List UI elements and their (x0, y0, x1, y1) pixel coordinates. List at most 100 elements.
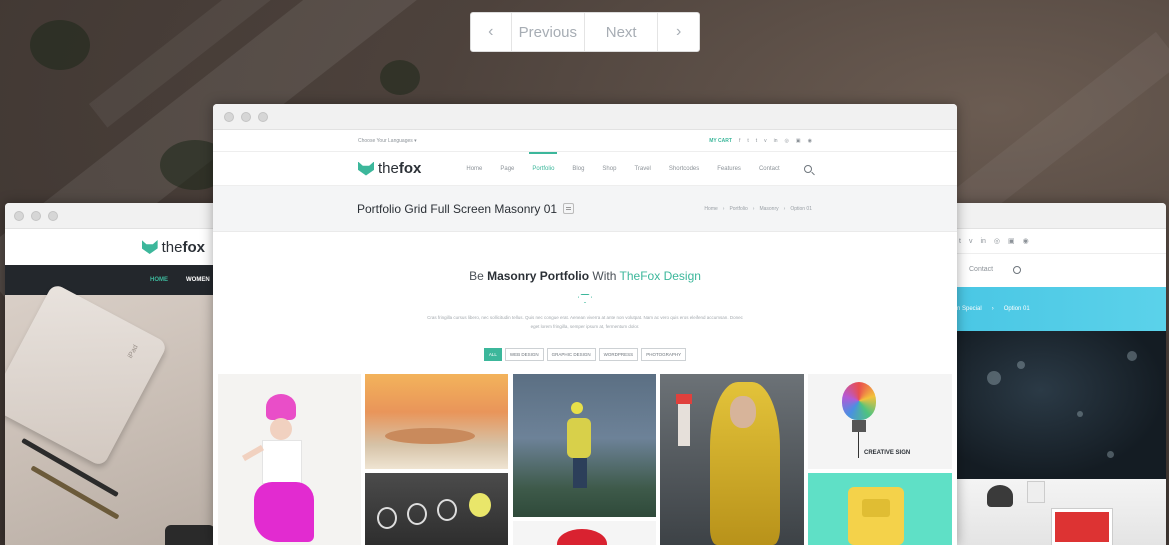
filter-web-design[interactable]: WEB DESIGN (504, 348, 544, 361)
heading-accent: TheFox Design (619, 269, 701, 283)
nav-item-home[interactable]: HOME (150, 277, 168, 283)
filter-graphic-design[interactable]: GRAPHIC DESIGN (546, 348, 596, 361)
rss-icon[interactable]: ◉ (808, 138, 812, 144)
page-title-bar: n Special › Option 01 (945, 287, 1166, 331)
social-links: t v in ◎ ▣ ◉ (945, 229, 1166, 253)
breadcrumb-separator: › (722, 205, 725, 212)
bulb-drawing (377, 507, 397, 529)
vimeo-icon[interactable]: v (969, 238, 973, 245)
ipad-image: iPad (5, 282, 169, 468)
portfolio-tile-storm[interactable] (513, 374, 656, 517)
menu-item-shop[interactable]: Shop (602, 152, 616, 186)
monitor-image (1052, 509, 1112, 545)
nav-item-women[interactable]: WOMEN (186, 277, 210, 283)
nav-item-contact[interactable]: Contact (969, 266, 993, 273)
logo-text-pre: the (161, 238, 183, 256)
menu-item-blog[interactable]: Blog (572, 152, 584, 186)
tree (30, 20, 90, 70)
phone-dial-image (862, 499, 890, 517)
cart-link[interactable]: MY CART (709, 138, 732, 144)
breadcrumb-separator: › (991, 306, 994, 312)
rss-icon[interactable]: ◉ (1023, 237, 1029, 245)
breadcrumb-option: Option 01 (790, 205, 812, 212)
lamp-image (987, 485, 1013, 507)
site-header: the fox Home Page Portfolio Blog Shop Tra… (213, 151, 957, 186)
instagram-icon[interactable]: ▣ (1008, 237, 1015, 245)
dribbble-icon[interactable]: ◎ (994, 237, 1000, 245)
tree (380, 60, 420, 95)
bulb-drawing (407, 503, 427, 525)
language-selector[interactable]: Choose Your Languages ▾ (358, 138, 417, 144)
linkedin-icon[interactable]: in (774, 138, 778, 144)
window-chrome (5, 203, 225, 229)
twitter-icon[interactable]: t (959, 238, 961, 245)
thefox-logo[interactable]: the fox (358, 160, 421, 177)
fox-logo-icon (142, 240, 158, 254)
linkedin-icon[interactable]: in (980, 238, 985, 245)
creative-sign-label: CREATIVE SIGN (864, 450, 911, 456)
face-image (730, 396, 756, 428)
portfolio-tile-fashion[interactable] (218, 374, 361, 545)
window-chrome (213, 104, 957, 130)
frame-image (1027, 481, 1045, 503)
menu-item-shortcodes[interactable]: Shortcodes (669, 152, 699, 186)
dribbble-icon[interactable]: ◎ (785, 138, 789, 144)
menu-item-travel[interactable]: Travel (634, 152, 650, 186)
facebook-icon[interactable]: f (739, 138, 740, 144)
menu-icon[interactable] (563, 203, 575, 214)
menu-item-contact[interactable]: Contact (759, 152, 780, 186)
portfolio-tile-phone[interactable] (808, 473, 952, 545)
portfolio-filters: ALL WEB DESIGN GRAPHIC DESIGN WORDPRESS … (213, 348, 957, 361)
heading-mid: With (589, 269, 620, 283)
browser-window-right: t v in ◎ ▣ ◉ Contact n Special › Option … (945, 203, 1166, 545)
fox-logo-icon (358, 162, 374, 176)
breadcrumb-separator: › (752, 205, 755, 212)
logo-text-pre: the (378, 160, 399, 177)
main-menu: Home Page Portfolio Blog Shop Travel Sho… (466, 151, 780, 186)
page-title-wrap: Portfolio Grid Full Screen Masonry 01 (357, 202, 575, 216)
bokeh-dot (1017, 361, 1025, 369)
window-dot (31, 211, 41, 221)
instagram-icon[interactable]: ▣ (796, 138, 801, 144)
next-arrow-button[interactable]: › (658, 13, 699, 51)
menu-item-page[interactable]: Page (500, 152, 514, 186)
main-nav: Contact (945, 253, 1166, 285)
breadcrumb: Home › Portfolio › Masonry › Option 01 (704, 206, 812, 212)
intro-text: Cras fringilla cursus libero, nec sollic… (427, 315, 743, 329)
office-photo-tile[interactable] (957, 479, 1166, 545)
diamond-icon (578, 294, 592, 303)
twitter-icon[interactable]: t (747, 138, 748, 144)
breadcrumb-masonry[interactable]: Masonry (759, 206, 778, 212)
thefox-logo[interactable]: the fox (142, 239, 205, 256)
logo-text-bold: fox (182, 238, 206, 256)
next-button[interactable]: Next (585, 13, 659, 51)
breadcrumb-home[interactable]: Home (704, 206, 717, 212)
search-icon[interactable] (1013, 265, 1022, 274)
tumblr-icon[interactable]: t (756, 138, 757, 144)
portfolio-tile-red[interactable] (513, 521, 656, 545)
window-dot (48, 211, 58, 221)
search-icon[interactable] (803, 164, 812, 173)
section-heading: Be Masonry Portfolio With TheFox Design (213, 269, 957, 283)
previous-button[interactable]: Previous (512, 13, 585, 51)
filter-all[interactable]: ALL (483, 348, 502, 361)
portfolio-tile-chalkboard[interactable] (365, 473, 508, 545)
filter-photography[interactable]: PHOTOGRAPHY (641, 348, 687, 361)
portfolio-tile-beach[interactable] (365, 374, 508, 469)
portfolio-tile-lighthouse[interactable] (660, 374, 804, 545)
bokeh-photo-tile[interactable] (957, 331, 1166, 479)
breadcrumb-portfolio[interactable]: Portfolio (729, 206, 747, 212)
vimeo-icon[interactable]: v (764, 138, 767, 144)
menu-item-portfolio[interactable]: Portfolio (529, 151, 558, 186)
menu-item-home[interactable]: Home (466, 152, 482, 186)
window-chrome (945, 203, 1166, 229)
filter-wordpress[interactable]: WORDPRESS (598, 348, 639, 361)
yellow-hat-image (571, 402, 583, 414)
breadcrumb-item[interactable]: n Special (957, 306, 982, 312)
hero-photo: iPad (5, 282, 225, 545)
bokeh-dot (1127, 351, 1137, 361)
menu-item-features[interactable]: Features (717, 152, 741, 186)
logo-text-bold: fox (398, 160, 422, 177)
prev-arrow-button[interactable]: ‹ (471, 13, 512, 51)
portfolio-tile-creative-sign[interactable]: CREATIVE SIGN (808, 374, 952, 469)
